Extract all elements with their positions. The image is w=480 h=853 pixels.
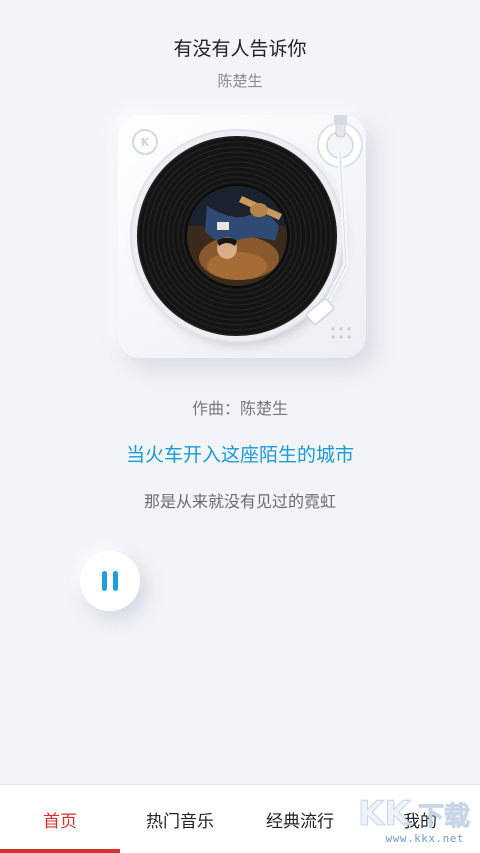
pause-icon <box>102 571 107 591</box>
song-artist: 陈楚生 <box>217 72 263 90</box>
tab-mine[interactable]: 我的 <box>360 785 480 853</box>
tab-mine-label: 我的 <box>403 811 437 832</box>
lyric-next-line: 那是从来就没有见过的霓虹 <box>143 492 336 511</box>
album-cover <box>187 186 287 286</box>
brand-logo-icon: K <box>132 129 158 155</box>
tab-hot-music-label: 热门音乐 <box>146 811 214 832</box>
bottom-nav: 首页 热门音乐 经典流行 我的 <box>0 784 480 853</box>
tab-classic-pop[interactable]: 经典流行 <box>240 785 360 853</box>
tab-home-label: 首页 <box>43 811 77 832</box>
composer-credit: 作曲：陈楚生 <box>191 399 288 418</box>
pause-icon-bar <box>113 571 118 591</box>
tab-hot-music[interactable]: 热门音乐 <box>120 785 240 853</box>
speaker-grille <box>331 327 351 339</box>
tonearm[interactable] <box>298 115 366 335</box>
turntable-card: K <box>118 115 366 358</box>
lyric-current-line: 当火车开入这座陌生的城市 <box>125 444 354 466</box>
active-tab-indicator <box>0 849 120 853</box>
song-title: 有没有人告诉你 <box>173 38 307 60</box>
tab-classic-pop-label: 经典流行 <box>266 811 334 832</box>
tab-home[interactable]: 首页 <box>0 785 120 853</box>
pause-button[interactable] <box>80 551 140 611</box>
